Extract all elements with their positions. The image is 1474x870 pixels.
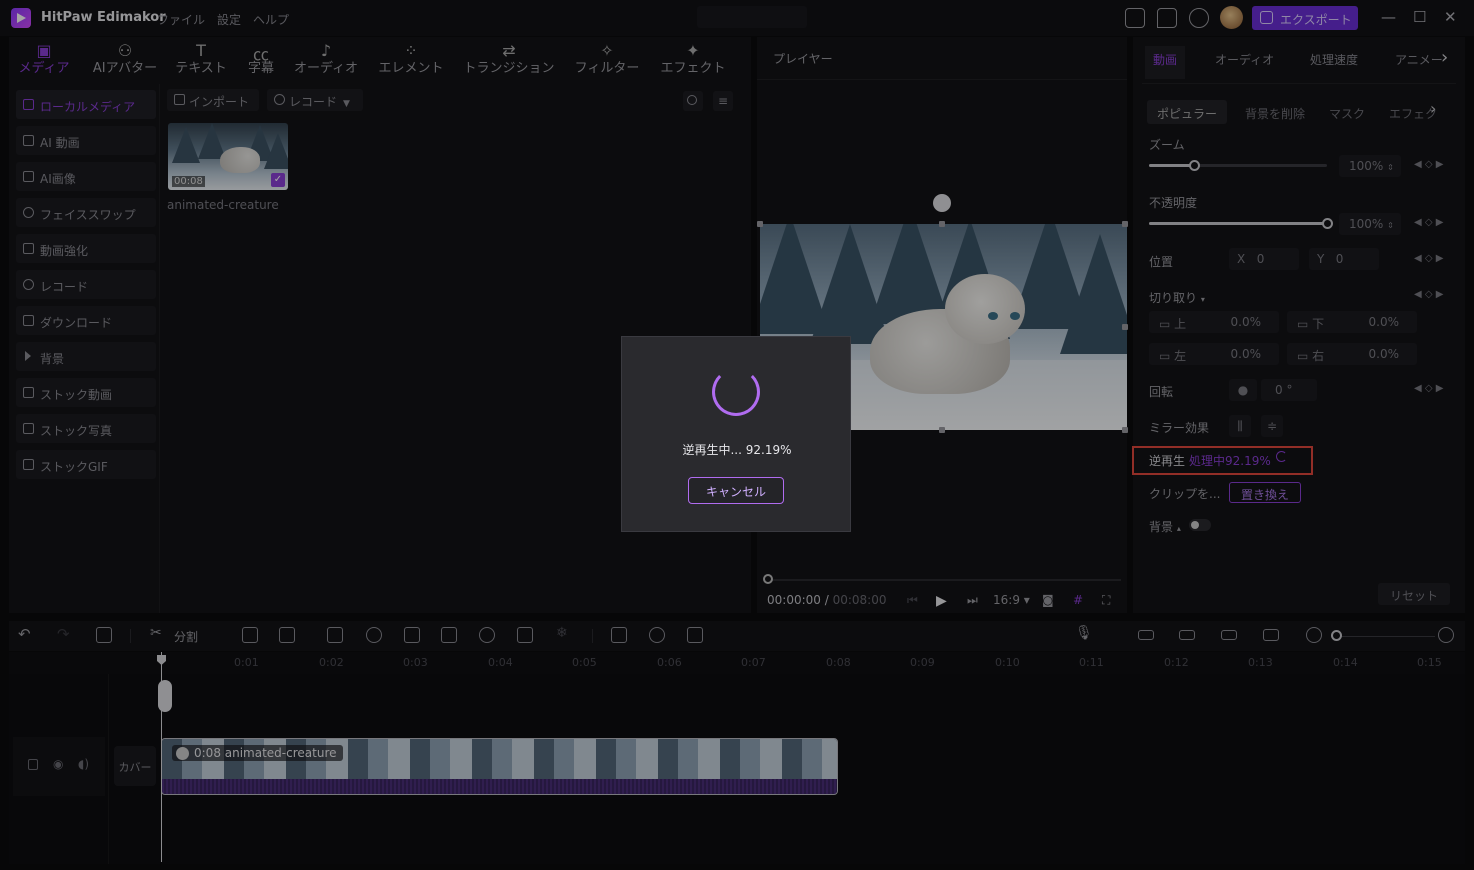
cancel-button[interactable]: キャンセル: [688, 477, 784, 504]
reverse-progress-dialog: 逆再生中... 92.19% キャンセル: [621, 336, 851, 532]
spinner-icon: [712, 368, 760, 416]
progress-text: 逆再生中... 92.19%: [682, 443, 792, 457]
